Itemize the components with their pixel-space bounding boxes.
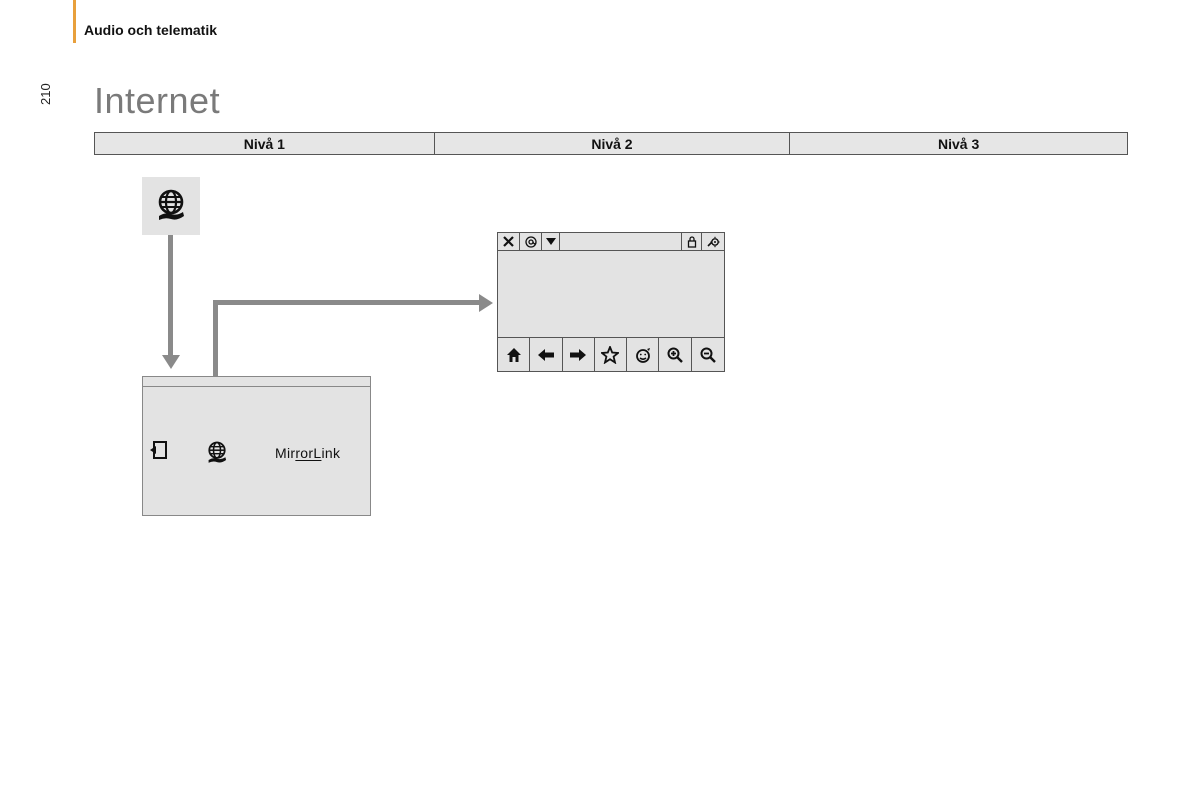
back-button[interactable] xyxy=(530,338,562,371)
forward-button[interactable] xyxy=(563,338,595,371)
panel-titlebar xyxy=(143,377,370,387)
browser-window xyxy=(497,232,725,372)
page-number: 210 xyxy=(38,83,53,105)
exit-to-app-icon[interactable] xyxy=(149,441,167,459)
section-header: Audio och telematik xyxy=(84,22,217,38)
reload-smiley-icon xyxy=(634,346,652,364)
internet-root-tile[interactable] xyxy=(142,177,200,235)
header-accent-bar xyxy=(73,0,76,43)
arrow-left-icon xyxy=(537,348,555,362)
lock-icon xyxy=(687,236,697,248)
at-icon xyxy=(525,236,537,248)
zoom-in-button[interactable] xyxy=(659,338,691,371)
zoom-in-icon xyxy=(666,346,684,364)
mirrorlink-label[interactable]: MirrorLink xyxy=(275,445,340,461)
reload-button[interactable] xyxy=(627,338,659,371)
zoom-out-icon xyxy=(699,346,717,364)
browser-address-bar xyxy=(498,233,724,251)
arrow-right-icon xyxy=(569,348,587,362)
zoom-out-button[interactable] xyxy=(692,338,724,371)
level-1-header: Nivå 1 xyxy=(95,133,435,155)
close-icon xyxy=(503,236,514,247)
levels-header-row: Nivå 1 Nivå 2 Nivå 3 xyxy=(94,132,1128,155)
favorite-button[interactable] xyxy=(595,338,627,371)
dropdown-button[interactable] xyxy=(542,233,560,250)
connected-services-panel: MirrorLink xyxy=(142,376,371,516)
flow-arrow-right xyxy=(213,300,481,305)
home-icon xyxy=(505,346,523,364)
browser-viewport xyxy=(498,251,724,337)
level-2-header: Nivå 2 xyxy=(434,133,790,155)
page-title: Internet xyxy=(94,80,220,122)
home-button[interactable] xyxy=(498,338,530,371)
settings-button[interactable] xyxy=(702,233,724,250)
url-field[interactable] xyxy=(560,233,682,250)
close-button[interactable] xyxy=(498,233,520,250)
globe-hand-icon xyxy=(151,186,191,226)
chevron-down-icon xyxy=(546,238,556,246)
gear-link-icon xyxy=(706,236,720,248)
level-3-header: Nivå 3 xyxy=(790,133,1128,155)
lock-button[interactable] xyxy=(682,233,702,250)
star-icon xyxy=(601,346,619,364)
at-button[interactable] xyxy=(520,233,542,250)
browser-toolbar xyxy=(498,337,724,371)
globe-hand-icon[interactable] xyxy=(203,439,231,467)
flow-arrow-down xyxy=(168,235,173,357)
